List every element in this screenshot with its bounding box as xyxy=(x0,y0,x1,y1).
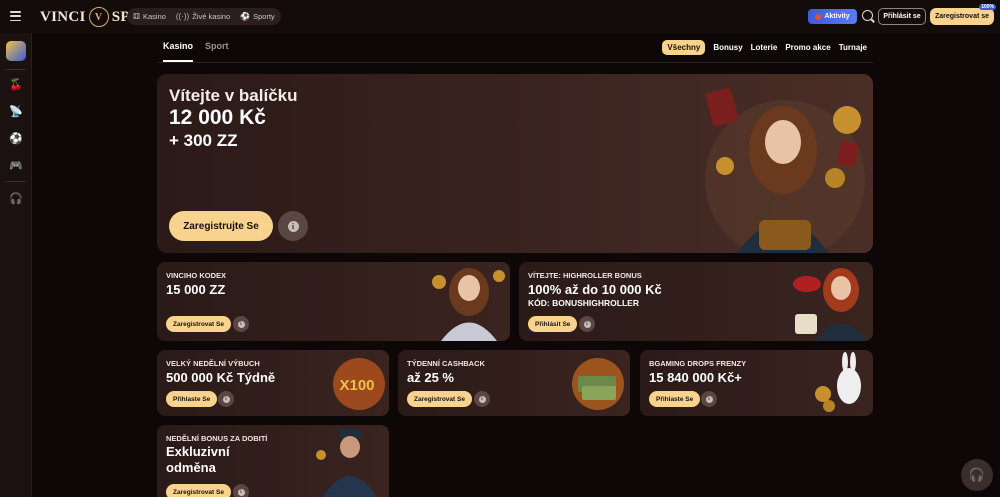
promo-card-cashback[interactable]: TÝDENNÍ CASHBACK až 25 % Zaregistrovat S… xyxy=(398,350,630,416)
card-body: až 25 % xyxy=(407,370,454,385)
card-body: 15 000 ZZ xyxy=(166,282,226,297)
login-button[interactable]: Přihlásit se xyxy=(878,8,926,25)
category-filters: Všechny Bonusy Loterie Promo akce Turnaj… xyxy=(662,40,867,55)
card-register-button[interactable]: Zaregistrovat Se xyxy=(166,484,231,497)
promo-card-kodex[interactable]: VINCIHO KODEX 15 000 ZZ Zaregistrovat Se… xyxy=(157,262,510,341)
dice-icon: ⚅ xyxy=(133,12,140,21)
hero-info-button[interactable]: i xyxy=(278,211,308,241)
hero-register-button[interactable]: Zaregistrujte Se xyxy=(169,211,273,241)
register-label: Zaregistrovat se xyxy=(934,13,990,20)
live-icon: ((·)) xyxy=(175,12,190,21)
hero-line-2: 12 000 Kč xyxy=(169,106,266,129)
ball-icon: ⚽ xyxy=(240,12,251,21)
card-illustration xyxy=(432,268,505,341)
card-body: 100% až do 10 000 Kč xyxy=(528,282,662,297)
card-info-button[interactable]: i xyxy=(218,391,234,407)
card-login-button[interactable]: Přihlaste Se xyxy=(166,391,218,407)
controller-icon[interactable]: 🎮 xyxy=(8,157,24,173)
logo-mark-icon: V xyxy=(88,7,109,27)
section-tabs: Kasino Sport xyxy=(163,41,229,62)
sidebar-divider xyxy=(6,69,26,70)
card-title: TÝDENNÍ CASHBACK xyxy=(407,359,485,368)
cherries-icon[interactable]: 🍒 xyxy=(8,76,24,92)
activities-label: Aktivity xyxy=(824,13,850,20)
card-title: BGAMING DROPS FRENZY xyxy=(649,359,747,368)
card-title: VINCIHO KODEX xyxy=(166,271,227,280)
info-icon: i xyxy=(237,488,245,496)
card-illustration xyxy=(815,352,861,412)
nav-kasino[interactable]: ⚅ Kasino xyxy=(133,12,166,21)
card-illustration xyxy=(793,268,867,341)
headset-icon: 🎧 xyxy=(968,467,986,482)
tab-kasino[interactable]: Kasino xyxy=(163,41,194,62)
nav-sports[interactable]: ⚽ Sporty xyxy=(240,12,275,21)
nav-sports-label: Sporty xyxy=(253,12,275,21)
top-nav: ⚅ Kasino ((·)) Živé kasino ⚽ Sporty xyxy=(127,8,281,25)
support-chat-button[interactable]: 🎧 xyxy=(961,459,993,491)
filter-tournaments[interactable]: Turnaje xyxy=(839,43,867,52)
live-icon[interactable]: 📡 xyxy=(8,103,24,119)
menu-icon[interactable] xyxy=(10,11,21,21)
hero-line-3: + 300 ZZ xyxy=(169,131,238,150)
card-info-button[interactable]: i xyxy=(233,484,249,497)
filter-lotteries[interactable]: Loterie xyxy=(751,43,778,52)
x100-art-text: X100 xyxy=(339,377,374,394)
card-code: KÓD: BONUSHIGHROLLER xyxy=(528,298,639,308)
nav-live-casino[interactable]: ((·)) Živé kasino xyxy=(176,12,230,21)
card-illustration: X100 xyxy=(333,358,385,410)
card-info-button[interactable]: i xyxy=(579,316,595,332)
soccer-ball-icon[interactable]: ⚽ xyxy=(8,130,24,146)
nav-kasino-label: Kasino xyxy=(142,12,166,21)
info-icon: i xyxy=(705,395,713,403)
info-icon: i xyxy=(478,395,486,403)
activities-button[interactable]: Aktivity xyxy=(808,9,857,24)
sidebar: 🍒 📡 ⚽ 🎮 🎧 xyxy=(0,33,32,497)
card-illustration xyxy=(572,358,624,410)
info-icon: i xyxy=(237,320,245,328)
tabs-divider xyxy=(157,62,873,63)
sidebar-divider xyxy=(6,181,26,182)
logo-text-left: VINCI xyxy=(40,8,86,25)
nav-live-casino-label: Živé kasino xyxy=(192,12,231,21)
card-body-line-1: Exkluzivní xyxy=(166,444,230,459)
main-content: Kasino Sport Všechny Bonusy Loterie Prom… xyxy=(32,33,1000,497)
card-login-button[interactable]: Přihlaste Se xyxy=(649,391,701,407)
info-icon: i xyxy=(583,320,591,328)
register-badge: 100% xyxy=(979,4,996,10)
card-info-button[interactable]: i xyxy=(474,391,490,407)
register-button[interactable]: Zaregistrovat se 100% xyxy=(930,4,996,25)
card-title: VÍTEJTE: HIGHROLLER BONUS xyxy=(528,271,642,280)
card-info-button[interactable]: i xyxy=(701,391,717,407)
card-title: NEDĚLNÍ BONUS ZA DOBITÍ xyxy=(166,434,268,443)
card-info-button[interactable]: i xyxy=(233,316,249,332)
card-register-button[interactable]: Zaregistrovat Se xyxy=(407,391,472,407)
fire-icon xyxy=(815,13,822,20)
gamepad-promo-icon[interactable] xyxy=(6,41,26,61)
card-body: 500 000 Kč Týdně xyxy=(166,370,276,385)
hero-banner: Vítejte v balíčku 12 000 Kč + 300 ZZ Zar… xyxy=(157,74,873,253)
card-register-button[interactable]: Zaregistrovat Se xyxy=(166,316,231,332)
card-title: VELKÝ NEDĚLNÍ VÝBUCH xyxy=(166,359,260,368)
top-bar: VINCI V SPIN ⚅ Kasino ((·)) Živé kasino … xyxy=(0,0,1000,33)
filter-all[interactable]: Všechny xyxy=(662,40,706,55)
hero-illustration xyxy=(705,87,865,253)
card-login-button[interactable]: Přihlásit Se xyxy=(528,316,578,332)
promo-card-bgaming-drops[interactable]: BGAMING DROPS FRENZY 15 840 000 Kč+ Přih… xyxy=(640,350,873,416)
filter-bonuses[interactable]: Bonusy xyxy=(713,43,742,52)
tab-sport[interactable]: Sport xyxy=(205,41,229,62)
card-body-line-2: odměna xyxy=(166,460,216,475)
card-body: 15 840 000 Kč+ xyxy=(649,370,742,385)
card-illustration xyxy=(316,429,377,497)
search-icon[interactable] xyxy=(862,10,873,21)
filter-promos[interactable]: Promo akce xyxy=(785,43,830,52)
headset-icon[interactable]: 🎧 xyxy=(8,190,24,206)
info-icon: i xyxy=(287,220,299,232)
promo-card-highroller[interactable]: VÍTEJTE: HIGHROLLER BONUS 100% až do 10 … xyxy=(519,262,873,341)
promo-card-sunday-blast[interactable]: VELKÝ NEDĚLNÍ VÝBUCH 500 000 Kč Týdně Př… xyxy=(157,350,389,416)
promo-card-sunday-bonus[interactable]: NEDĚLNÍ BONUS ZA DOBITÍ Exkluzivní odměn… xyxy=(157,425,389,497)
info-icon: i xyxy=(222,395,230,403)
hero-line-1: Vítejte v balíčku xyxy=(169,86,298,105)
